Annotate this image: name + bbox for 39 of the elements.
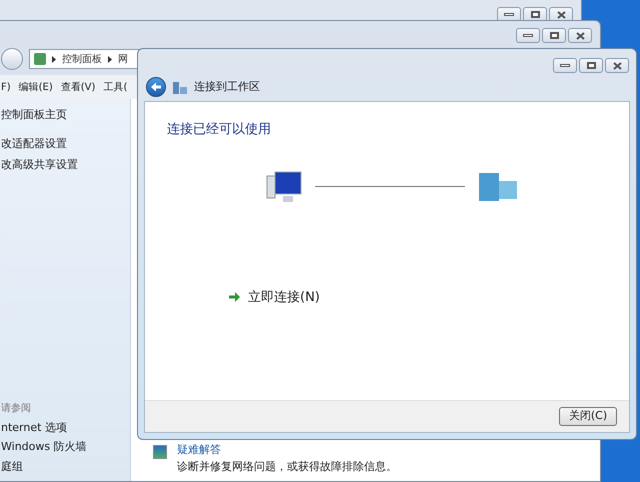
breadcrumb-item[interactable]: 控制面板	[62, 52, 102, 66]
control-panel-icon	[34, 53, 46, 65]
minimize-button[interactable]	[553, 58, 577, 73]
dialog-title: 连接到工作区	[194, 78, 260, 95]
server-icon	[477, 170, 519, 202]
sidebar-heading: 请参阅	[1, 402, 32, 416]
chevron-icon	[52, 56, 56, 62]
maximize-button[interactable]	[542, 28, 566, 43]
menu-item[interactable]: 工具(	[103, 80, 128, 94]
menu-item[interactable]: F)	[1, 80, 11, 94]
arrow-icon	[229, 292, 240, 302]
sidebar-link[interactable]: nternet 选项	[1, 420, 130, 436]
sidebar-link[interactable]: 控制面板主页	[1, 107, 130, 124]
sidebar-link[interactable]: Windows 防火墙	[1, 439, 130, 456]
back-arrow-icon	[150, 82, 162, 92]
sidebar-link[interactable]: 改高级共享设置	[1, 157, 130, 174]
menu-item[interactable]: 编辑(E)	[18, 80, 53, 94]
close-icon	[556, 10, 566, 18]
minimize-button[interactable]	[516, 28, 540, 43]
close-dialog-button[interactable]: 关闭(C)	[559, 407, 617, 426]
back-button[interactable]	[1, 48, 23, 70]
sidebar-link[interactable]: 改适配器设置	[1, 136, 130, 152]
close-icon	[576, 32, 584, 40]
troubleshoot-description: 诊断并修复网络问题，或获得故障排除信息。	[177, 458, 397, 474]
dialog-heading: 连接已经可以使用	[167, 121, 272, 139]
close-button[interactable]	[568, 28, 592, 43]
menu-item[interactable]: 查看(V)	[60, 80, 96, 94]
troubleshoot-icon	[153, 445, 167, 459]
computer-icon	[265, 170, 303, 204]
chevron-icon	[108, 56, 112, 62]
close-icon	[612, 62, 622, 70]
network-icon	[172, 80, 188, 94]
troubleshoot-link[interactable]: 疑难解答	[177, 442, 397, 458]
breadcrumb-item[interactable]: 网	[118, 52, 128, 66]
connect-now-link[interactable]: 立即连接(N)	[248, 288, 320, 307]
maximize-button[interactable]	[579, 58, 603, 73]
back-arrow-button[interactable]	[146, 77, 166, 97]
sidebar-link[interactable]: 庭组	[1, 458, 130, 475]
close-button[interactable]	[605, 58, 629, 73]
